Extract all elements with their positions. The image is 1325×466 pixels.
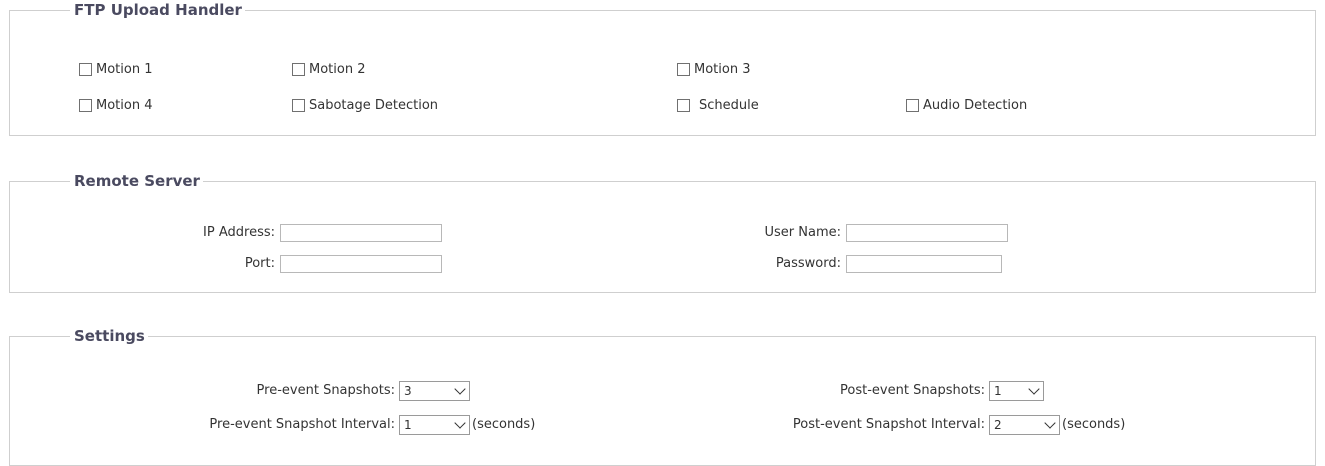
checkbox-label: Sabotage Detection xyxy=(309,98,439,113)
pre-event-interval-label: Pre-event Snapshot Interval: xyxy=(209,417,395,432)
checkbox-schedule[interactable]: Schedule xyxy=(677,98,759,113)
checkbox-box[interactable] xyxy=(79,63,92,76)
remote-server-title: Remote Server xyxy=(70,172,203,190)
checkbox-label: Schedule xyxy=(699,98,759,113)
checkbox-label: Motion 3 xyxy=(694,62,751,77)
post-event-interval-unit: (seconds) xyxy=(1062,417,1126,432)
pre-event-interval-unit: (seconds) xyxy=(472,417,536,432)
pre-event-snapshots-select[interactable]: 3 xyxy=(399,381,470,401)
checkbox-motion-1[interactable]: Motion 1 xyxy=(79,62,152,77)
post-event-interval-label: Post-event Snapshot Interval: xyxy=(792,417,985,432)
checkbox-audio-detection[interactable]: Audio Detection xyxy=(906,98,1027,113)
ftp-upload-handler-title: FTP Upload Handler xyxy=(70,1,245,19)
select-value: 3 xyxy=(404,384,412,398)
checkbox-box[interactable] xyxy=(292,99,305,112)
checkbox-label: Audio Detection xyxy=(923,98,1028,113)
checkbox-motion-3[interactable]: Motion 3 xyxy=(677,62,750,77)
user-name-input[interactable] xyxy=(846,224,1008,242)
port-label: Port: xyxy=(244,256,275,271)
checkbox-box[interactable] xyxy=(79,99,92,112)
settings-group: Settings Pre-event Snapshots: 3 Pre-even… xyxy=(9,327,1316,466)
pre-event-interval-select[interactable]: 1 xyxy=(399,415,470,435)
chevron-down-icon xyxy=(454,416,466,429)
user-name-label: User Name: xyxy=(764,225,842,240)
checkbox-label: Motion 2 xyxy=(309,62,366,77)
select-value: 2 xyxy=(994,418,1002,432)
select-value: 1 xyxy=(404,418,412,432)
checkbox-label: Motion 4 xyxy=(96,98,153,113)
ftp-upload-handler-group: FTP Upload Handler Motion 1 Motion 2 Mot… xyxy=(9,1,1316,136)
post-event-snapshots-label: Post-event Snapshots: xyxy=(840,383,985,398)
chevron-down-icon xyxy=(1028,382,1040,395)
post-event-snapshots-select[interactable]: 1 xyxy=(989,381,1044,401)
select-value: 1 xyxy=(994,384,1002,398)
password-input[interactable] xyxy=(846,255,1002,273)
checkbox-box[interactable] xyxy=(677,63,690,76)
chevron-down-icon xyxy=(1044,416,1056,429)
pre-event-snapshots-label: Pre-event Snapshots: xyxy=(256,383,395,398)
checkbox-motion-4[interactable]: Motion 4 xyxy=(79,98,152,113)
ip-address-label: IP Address: xyxy=(203,225,275,240)
post-event-interval-select[interactable]: 2 xyxy=(989,415,1060,435)
checkbox-sabotage-detection[interactable]: Sabotage Detection xyxy=(292,98,438,113)
password-label: Password: xyxy=(775,256,841,271)
remote-server-group: Remote Server IP Address: Port: User Nam… xyxy=(9,172,1316,293)
chevron-down-icon xyxy=(454,382,466,395)
settings-title: Settings xyxy=(70,327,148,345)
checkbox-box[interactable] xyxy=(677,99,690,112)
port-input[interactable] xyxy=(280,255,442,273)
checkbox-label: Motion 1 xyxy=(96,62,153,77)
checkbox-motion-2[interactable]: Motion 2 xyxy=(292,62,365,77)
checkbox-box[interactable] xyxy=(906,99,919,112)
checkbox-box[interactable] xyxy=(292,63,305,76)
ip-address-input[interactable] xyxy=(280,224,442,242)
